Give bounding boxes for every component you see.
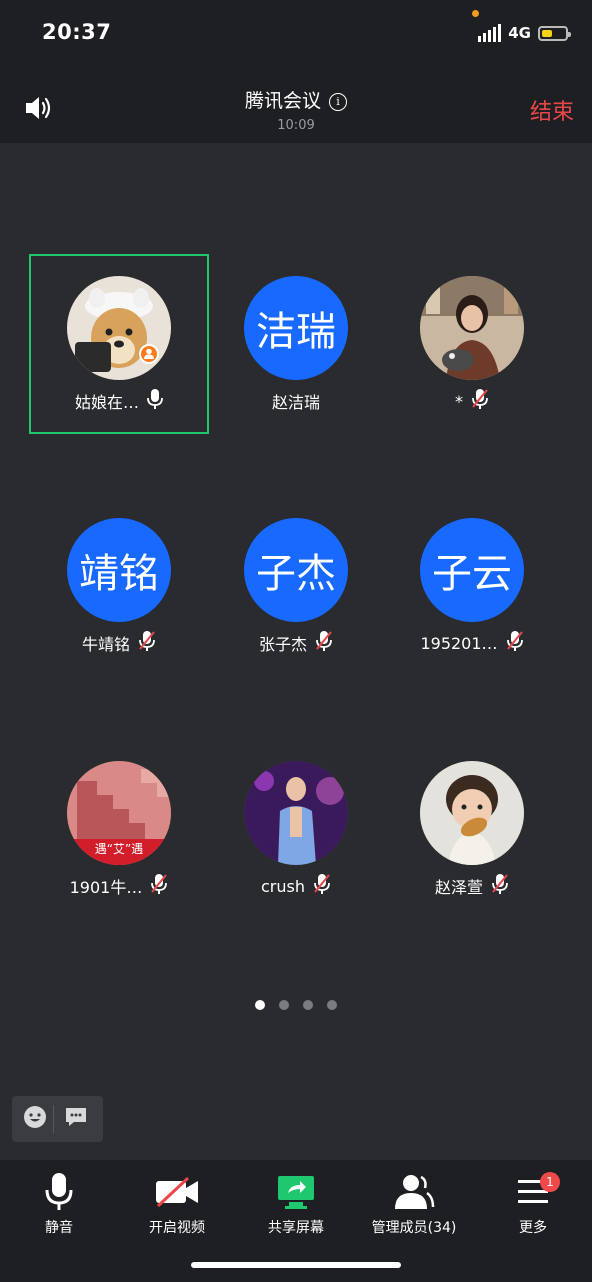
participant-tile[interactable]: 子云 195201…	[384, 498, 560, 674]
manage-members-label: 管理成员(34)	[371, 1220, 457, 1236]
avatar-initials: 子云	[432, 551, 512, 597]
signal-icon	[478, 24, 502, 42]
avatar	[67, 276, 171, 380]
start-video-button[interactable]: 开启视频	[118, 1170, 236, 1237]
video-off-icon	[118, 1170, 236, 1214]
menu-icon	[474, 1170, 592, 1214]
share-screen-button[interactable]: 共享屏幕	[237, 1170, 355, 1237]
meeting-title[interactable]: 腾讯会议 i	[0, 86, 592, 113]
participant-name: *	[455, 391, 463, 411]
more-button[interactable]: 1 更多	[474, 1170, 592, 1237]
microphone-muted-icon	[150, 874, 168, 898]
divider	[53, 1105, 54, 1133]
microphone-muted-icon	[491, 874, 509, 898]
participant-name-row: crush	[208, 874, 384, 898]
privacy-indicator-dot	[472, 10, 479, 17]
avatar-initials: 靖铭	[79, 551, 159, 597]
manage-members-button[interactable]: 管理成员(34)	[355, 1170, 473, 1237]
participant-name-row: 195201…	[384, 631, 560, 655]
status-indicators: 4G	[478, 24, 571, 42]
emoji-icon[interactable]	[23, 1105, 47, 1133]
avatar	[420, 276, 524, 380]
reaction-chat-box	[12, 1096, 103, 1142]
participant-name: 张子杰	[258, 635, 307, 654]
participant-tile[interactable]: *	[384, 256, 560, 432]
participant-name-row: 赵泽萱	[384, 874, 560, 898]
host-badge-icon	[139, 344, 159, 364]
page-indicator[interactable]	[0, 1000, 592, 1010]
more-label: 更多	[519, 1220, 547, 1236]
microphone-icon	[0, 1170, 118, 1214]
participant-tile[interactable]: 洁瑞 赵洁瑞	[208, 256, 384, 432]
avatar: 子云	[420, 518, 524, 622]
meeting-elapsed-time: 10:09	[277, 118, 315, 133]
avatar-initials: 洁瑞	[256, 309, 336, 355]
participant-tile[interactable]: 靖铭 牛靖铭	[31, 498, 207, 674]
avatar	[244, 761, 348, 865]
avatar: 子杰	[244, 518, 348, 622]
status-time: 20:37	[42, 20, 112, 44]
participant-tile[interactable]: 遇“艾”遇 1901牛…	[31, 741, 207, 917]
avatar-caption: 遇“艾”遇	[94, 842, 144, 856]
participant-name-row: 牛靖铭	[31, 631, 207, 655]
network-label: 4G	[508, 24, 531, 42]
battery-icon	[538, 25, 571, 41]
share-screen-label: 共享屏幕	[268, 1220, 324, 1236]
page-dot[interactable]	[279, 1000, 289, 1010]
page-dot[interactable]	[303, 1000, 313, 1010]
microphone-icon	[147, 389, 163, 413]
microphone-muted-icon	[313, 874, 331, 898]
participant-name: 牛靖铭	[81, 635, 130, 654]
avatar: 靖铭	[67, 518, 171, 622]
microphone-muted-icon	[471, 389, 489, 413]
participant-name-row: 姑娘在…	[31, 389, 207, 413]
participant-tile[interactable]: 子杰 张子杰	[208, 498, 384, 674]
start-video-label: 开启视频	[149, 1220, 205, 1236]
participant-name-row: 张子杰	[208, 631, 384, 655]
avatar: 遇“艾”遇	[67, 761, 171, 865]
mute-label: 静音	[45, 1220, 73, 1236]
share-screen-icon	[237, 1170, 355, 1214]
participant-name: 赵洁瑞	[271, 393, 320, 412]
participant-tile[interactable]: 姑娘在…	[29, 254, 209, 434]
participant-name: 赵泽萱	[434, 878, 483, 897]
meeting-title-text: 腾讯会议	[244, 90, 321, 112]
microphone-muted-icon	[506, 631, 524, 655]
battery-fill	[542, 29, 552, 37]
participant-name: 195201…	[420, 633, 498, 653]
participant-name-row: 赵洁瑞	[208, 389, 384, 413]
notification-badge: 1	[540, 1172, 560, 1192]
end-meeting-button[interactable]: 结束	[530, 94, 574, 126]
members-icon	[355, 1170, 473, 1214]
participant-name-row: 1901牛…	[31, 874, 207, 898]
chat-icon[interactable]	[64, 1105, 88, 1133]
participant-name: 姑娘在…	[74, 393, 139, 412]
mute-button[interactable]: 静音	[0, 1170, 118, 1237]
avatar-initials: 子杰	[256, 551, 336, 597]
info-icon[interactable]: i	[329, 93, 347, 111]
page-dot[interactable]	[255, 1000, 265, 1010]
participant-name: crush	[261, 876, 305, 896]
avatar	[420, 761, 524, 865]
participant-tile[interactable]: 赵泽萱	[384, 741, 560, 917]
microphone-muted-icon	[315, 631, 333, 655]
home-indicator[interactable]	[191, 1262, 401, 1268]
participant-name-row: *	[384, 389, 560, 413]
participant-tile[interactable]: crush	[208, 741, 384, 917]
page-dot[interactable]	[327, 1000, 337, 1010]
avatar: 洁瑞	[244, 276, 348, 380]
participant-name: 1901牛…	[69, 878, 143, 897]
microphone-muted-icon	[138, 631, 156, 655]
